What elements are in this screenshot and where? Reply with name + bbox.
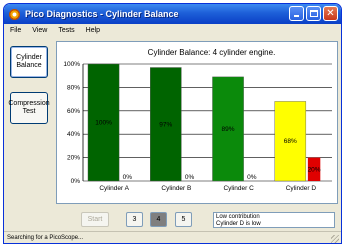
y-tick-label: 40%: [67, 131, 80, 138]
y-tick-label: 20%: [67, 155, 80, 162]
close-icon: ✕: [326, 8, 335, 19]
x-tick-label: Cylinder A: [99, 185, 129, 192]
bar-main-label: 97%: [159, 121, 172, 128]
info-line-1: Low contribution: [216, 214, 260, 220]
app-window: Pico Diagnostics - Cylinder Balance ✕ Fi…: [3, 3, 342, 244]
minimize-icon: [294, 15, 299, 17]
start-button-label: Start: [87, 216, 103, 223]
start-button[interactable]: Start: [81, 212, 109, 227]
x-tick-label: Cylinder C: [223, 185, 254, 192]
bar-secondary-label: 0%: [123, 174, 133, 181]
resize-grip-icon[interactable]: [331, 235, 339, 243]
bar-secondary-label: 0%: [247, 174, 257, 181]
bar-secondary-label: 0%: [185, 174, 195, 181]
menu-file[interactable]: File: [10, 27, 21, 34]
minimize-button[interactable]: [289, 6, 304, 21]
maximize-icon: [310, 10, 318, 17]
y-tick-label: 100%: [63, 61, 80, 68]
compression-test-label: Compression Test: [8, 100, 50, 115]
window-title: Pico Diagnostics - Cylinder Balance: [25, 9, 179, 19]
bar-main-label: 89%: [222, 126, 235, 133]
bar-main-label: 100%: [95, 120, 112, 127]
x-tick-label: Cylinder D: [286, 185, 317, 192]
menu-tests[interactable]: Tests: [58, 27, 74, 34]
compression-test-button[interactable]: Compression Test: [8, 92, 50, 124]
chart-svg: Cylinder Balance: 4 cylinder engine. 0% 20…: [63, 48, 332, 192]
pico-app-icon: [9, 8, 20, 20]
cylinder-balance-button[interactable]: Cylinder Balance: [10, 46, 48, 78]
y-tick-label: 80%: [67, 84, 80, 91]
menu-help[interactable]: Help: [86, 27, 100, 34]
cylinders-3-button[interactable]: 3: [126, 212, 143, 227]
cylinder-balance-chart: Cylinder Balance: 4 cylinder engine. 0% 20…: [56, 41, 338, 204]
status-text: Searching for a PicoScope...: [7, 235, 84, 241]
y-tick-label: 60%: [67, 108, 80, 115]
status-bar: Searching for a PicoScope...: [4, 231, 341, 243]
menu-view[interactable]: View: [32, 27, 47, 34]
title-bar[interactable]: Pico Diagnostics - Cylinder Balance ✕: [4, 4, 341, 24]
bar-secondary-label: 20%: [308, 166, 321, 173]
info-line-2: Cylinder D is low: [216, 221, 261, 227]
chart-title: Cylinder Balance: 4 cylinder engine.: [148, 48, 276, 57]
cylinders-5-label: 5: [181, 216, 186, 223]
bar-main-label: 68%: [284, 138, 297, 145]
y-tick-label: 0%: [71, 178, 81, 185]
x-tick-label: Cylinder B: [161, 185, 191, 192]
close-button[interactable]: ✕: [323, 6, 338, 21]
maximize-button[interactable]: [306, 6, 321, 21]
cylinders-4-label: 4: [156, 216, 161, 223]
menu-bar: File View Tests Help: [4, 24, 341, 36]
diagnosis-info-box: Low contribution Cylinder D is low: [213, 212, 335, 228]
cylinders-5-button[interactable]: 5: [175, 212, 192, 227]
cylinders-3-label: 3: [132, 216, 137, 223]
cylinder-balance-label: Cylinder Balance: [16, 54, 42, 69]
cylinders-4-button[interactable]: 4: [150, 212, 167, 227]
